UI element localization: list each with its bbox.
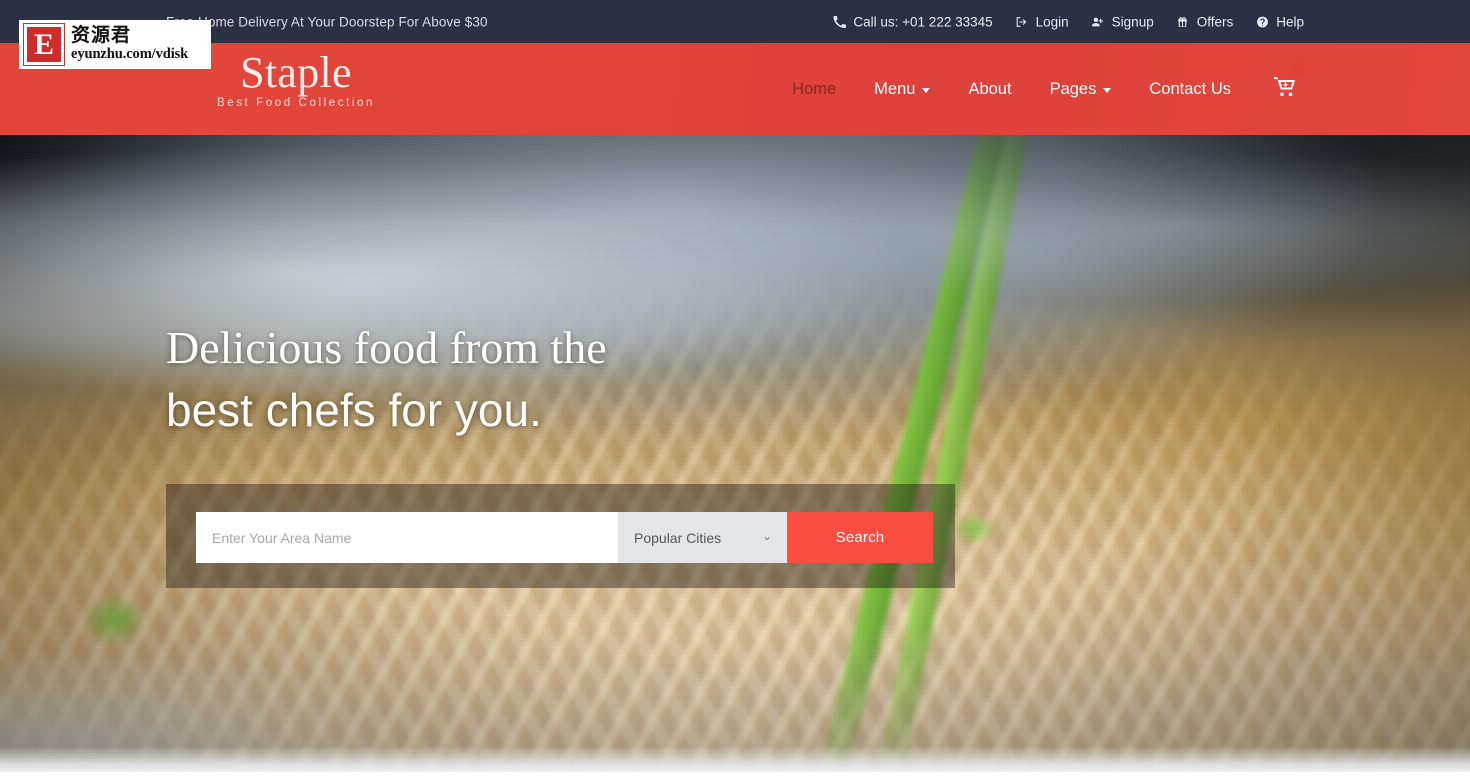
main-navigation: Home Menu About Pages Contact Us [773, 43, 1305, 135]
sign-in-icon [1015, 15, 1029, 29]
call-us-link[interactable]: Call us: +01 222 33345 [832, 14, 993, 29]
nav-label-home: Home [792, 79, 837, 98]
hero-section: Delicious food from the best chefs for y… [0, 135, 1470, 772]
nav-label-about: About [968, 79, 1012, 98]
login-link[interactable]: Login [1015, 14, 1069, 29]
nav-item-contact-us[interactable]: Contact Us [1130, 81, 1250, 98]
hero-headline: Delicious food from the best chefs for y… [166, 317, 926, 441]
brand-tagline: Best Food Collection [216, 97, 376, 109]
promo-text: Free Home Delivery At Your Doorstep For … [166, 14, 488, 29]
offers-label: Offers [1196, 14, 1234, 29]
cart-button[interactable] [1266, 61, 1305, 104]
phone-icon [832, 15, 846, 29]
top-utility-bar: Free Home Delivery At Your Doorstep For … [0, 0, 1470, 43]
offers-link[interactable]: Offers [1176, 14, 1234, 29]
brand-name: Staple [240, 48, 352, 97]
hero-food-photo [0, 135, 1470, 772]
city-select[interactable]: Popular Cities [618, 512, 787, 563]
shopping-cart-icon [1272, 75, 1298, 104]
search-button[interactable]: Search [787, 512, 933, 563]
signup-label: Signup [1111, 14, 1154, 29]
nav-label-menu: Menu [874, 79, 916, 98]
nav-item-pages[interactable]: Pages [1031, 81, 1131, 98]
user-plus-icon [1091, 15, 1105, 29]
city-select-wrapper: Popular Cities [618, 512, 787, 563]
chevron-down-icon [1103, 88, 1112, 93]
help-link[interactable]: Help [1255, 14, 1304, 29]
nav-label-contact-us: Contact Us [1149, 79, 1231, 98]
hero-headline-line-1: Delicious food from the [166, 322, 607, 373]
gift-icon [1176, 15, 1190, 29]
cart-badge [1291, 61, 1305, 76]
top-utility-links: Call us: +01 222 33345 Login Signup Offe… [832, 14, 1304, 29]
hero-bottom-fade [0, 746, 1470, 772]
hero-search-panel: Popular Cities Search [166, 484, 955, 588]
hero-headline-line-2: best chefs for you. [166, 384, 542, 436]
question-mark-icon [1255, 15, 1269, 29]
nav-label-pages: Pages [1049, 79, 1097, 98]
search-bar: Popular Cities Search [196, 512, 933, 563]
nav-item-menu[interactable]: Menu [855, 81, 949, 98]
call-us-label: Call us: +01 222 33345 [853, 14, 993, 29]
signup-link[interactable]: Signup [1091, 14, 1154, 29]
search-input[interactable] [196, 512, 618, 563]
site-header: Staple Best Food Collection Home Menu Ab… [0, 43, 1470, 135]
brand-logo[interactable]: Staple Best Food Collection [166, 47, 426, 109]
login-label: Login [1035, 14, 1069, 29]
nav-item-home[interactable]: Home [773, 81, 855, 98]
help-label: Help [1276, 14, 1304, 29]
chevron-down-icon [922, 88, 931, 93]
nav-item-about[interactable]: About [949, 81, 1030, 98]
